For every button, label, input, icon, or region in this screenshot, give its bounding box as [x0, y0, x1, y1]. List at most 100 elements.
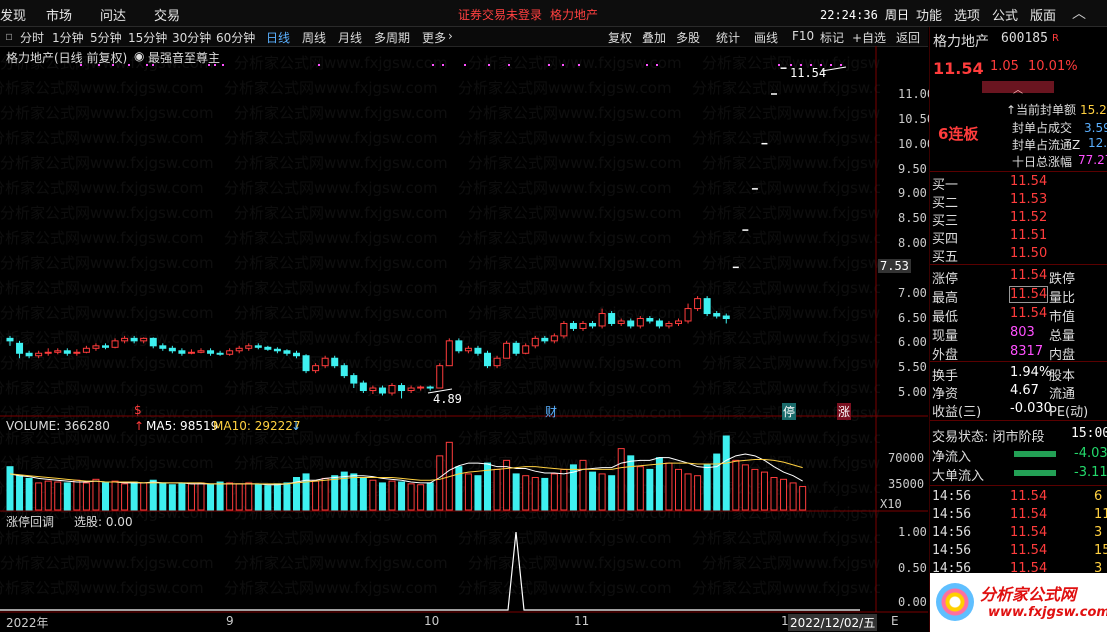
volume-ma10: MA10: 292227	[213, 419, 301, 433]
volume-bar	[359, 477, 367, 511]
volume-label: VOLUME: 366280	[6, 419, 110, 433]
volume-bar	[407, 483, 415, 511]
date-label-sep: 9	[226, 614, 234, 628]
volume-bar	[216, 481, 224, 511]
candle-body	[273, 348, 281, 352]
tick-row[interactable]: 14:56 11.54 6	[930, 488, 1107, 506]
menu-item-formula[interactable]: 公式	[992, 5, 1018, 24]
volume-bar	[426, 482, 434, 511]
stat-label: 涨停	[932, 272, 959, 287]
candle-body	[35, 352, 43, 357]
kline-chart[interactable]	[0, 0, 928, 632]
volume-bar	[207, 484, 215, 511]
trade-status: 交易状态: 闭市阶段	[932, 430, 1045, 445]
candle-body	[541, 337, 549, 342]
menu-item-options[interactable]: 选项	[954, 5, 980, 24]
volume-bar	[493, 468, 501, 511]
volume-bar	[331, 475, 339, 511]
candle-body	[350, 375, 358, 384]
bid-row[interactable]: 买三 11.52	[930, 209, 1107, 229]
price-tick: 7.00	[898, 285, 927, 300]
event-mark-limitup[interactable]: 涨	[837, 403, 852, 420]
volume-bar	[254, 484, 262, 511]
bid-row[interactable]: 买一 11.54	[930, 173, 1107, 193]
limitup-indicator-name[interactable]: 涨停回调	[6, 513, 54, 530]
seal-vs-turnover-label: 封单占成交	[1012, 121, 1073, 135]
candle-body	[54, 350, 62, 353]
candle-body	[445, 340, 453, 367]
signal-dot	[830, 64, 832, 66]
signal-dot	[488, 64, 490, 66]
volume-bar	[35, 482, 43, 511]
fund-value: 1.94%	[1010, 365, 1052, 380]
volume-bar	[617, 448, 625, 511]
bid-price: 11.50	[1010, 246, 1048, 261]
candle-body	[398, 385, 406, 392]
bid-row[interactable]: 买四 11.51	[930, 227, 1107, 247]
limitup-indicator-line	[0, 531, 860, 611]
gear-icon[interactable]: ◉	[134, 49, 144, 63]
candle-body	[63, 350, 71, 354]
net-inflow-label: 净流入	[932, 450, 972, 465]
tick-row[interactable]: 14:56 11.54 11	[930, 506, 1107, 524]
quote-stock-code: 600185	[1001, 31, 1048, 46]
event-mark-finance[interactable]: 财	[545, 403, 557, 420]
stat-label-2: 跌停	[1049, 272, 1076, 287]
volume-bar	[655, 457, 663, 511]
candle-body	[159, 345, 167, 349]
tick-row[interactable]: 14:56 11.54 15	[930, 542, 1107, 560]
candle-body	[102, 345, 109, 348]
volume-bar	[130, 481, 138, 511]
price-tick: 9.50	[898, 161, 927, 176]
candle-body	[16, 342, 24, 354]
candle-body	[713, 313, 721, 317]
volume-bar	[436, 455, 444, 511]
stat-label: 最低	[932, 310, 959, 325]
volume-bar	[273, 483, 281, 511]
site-logo: 分析家公式网 www.fxjgsw.com	[930, 573, 1107, 632]
volume-bar	[226, 482, 234, 511]
volume-bar	[321, 477, 329, 511]
bid-row[interactable]: 买二 11.53	[930, 191, 1107, 211]
limitup-tick-0: 0.00	[898, 595, 927, 609]
collapse-icon[interactable]: ︿	[1072, 3, 1086, 23]
chart-title: 格力地产(日线 前复权)	[6, 51, 128, 65]
bid-price: 11.51	[1010, 228, 1048, 243]
low-annotation: 4.89	[433, 392, 462, 406]
date-label-nov: 11	[574, 614, 590, 628]
event-mark-dividend[interactable]: $	[134, 403, 142, 417]
volume-bar	[464, 473, 472, 511]
price-tick: 7.53	[878, 259, 911, 274]
candle-body	[121, 337, 129, 342]
candle-body	[82, 347, 90, 353]
volume-bar	[25, 477, 33, 511]
limitup-tick-1: 1.00	[898, 525, 927, 539]
menu-item-layout[interactable]: 版面	[1030, 5, 1056, 24]
volume-bar	[264, 485, 272, 511]
candle-body	[417, 386, 425, 389]
event-mark-suspend[interactable]: 停	[782, 403, 797, 420]
volume-bar	[140, 482, 148, 511]
expand-icon[interactable]: ︿	[982, 81, 1054, 96]
fund-row: 收益(三) -0.030 PE(动)	[930, 400, 1107, 420]
volume-bar	[675, 468, 682, 511]
bid-price: 11.54	[1010, 174, 1048, 189]
volume-bar	[531, 477, 539, 511]
bid-row[interactable]: 买五 11.50	[930, 245, 1107, 265]
logo-title: 分析家公式网	[980, 585, 1077, 604]
volume-bar	[369, 479, 377, 511]
stat-row: 涨停 11.54 跌停	[930, 267, 1107, 287]
stat-value: 803	[1010, 325, 1035, 340]
candle-body	[675, 320, 682, 324]
tick-time: 14:56	[932, 507, 972, 522]
fund-row: 换手 1.94% 股本	[930, 364, 1107, 384]
candle-body	[378, 387, 386, 394]
volume-bar	[111, 480, 119, 511]
tick-row[interactable]: 14:56 11.54 3	[930, 524, 1107, 542]
big-inflow-bar	[1014, 470, 1056, 476]
indicator-name[interactable]: 最强音至尊主	[148, 49, 220, 66]
net-inflow-value: -4.03	[1074, 446, 1107, 461]
candle-body	[627, 320, 635, 327]
signal-dot	[646, 64, 648, 66]
stat-row: 最高 11.54 量比	[930, 286, 1107, 306]
